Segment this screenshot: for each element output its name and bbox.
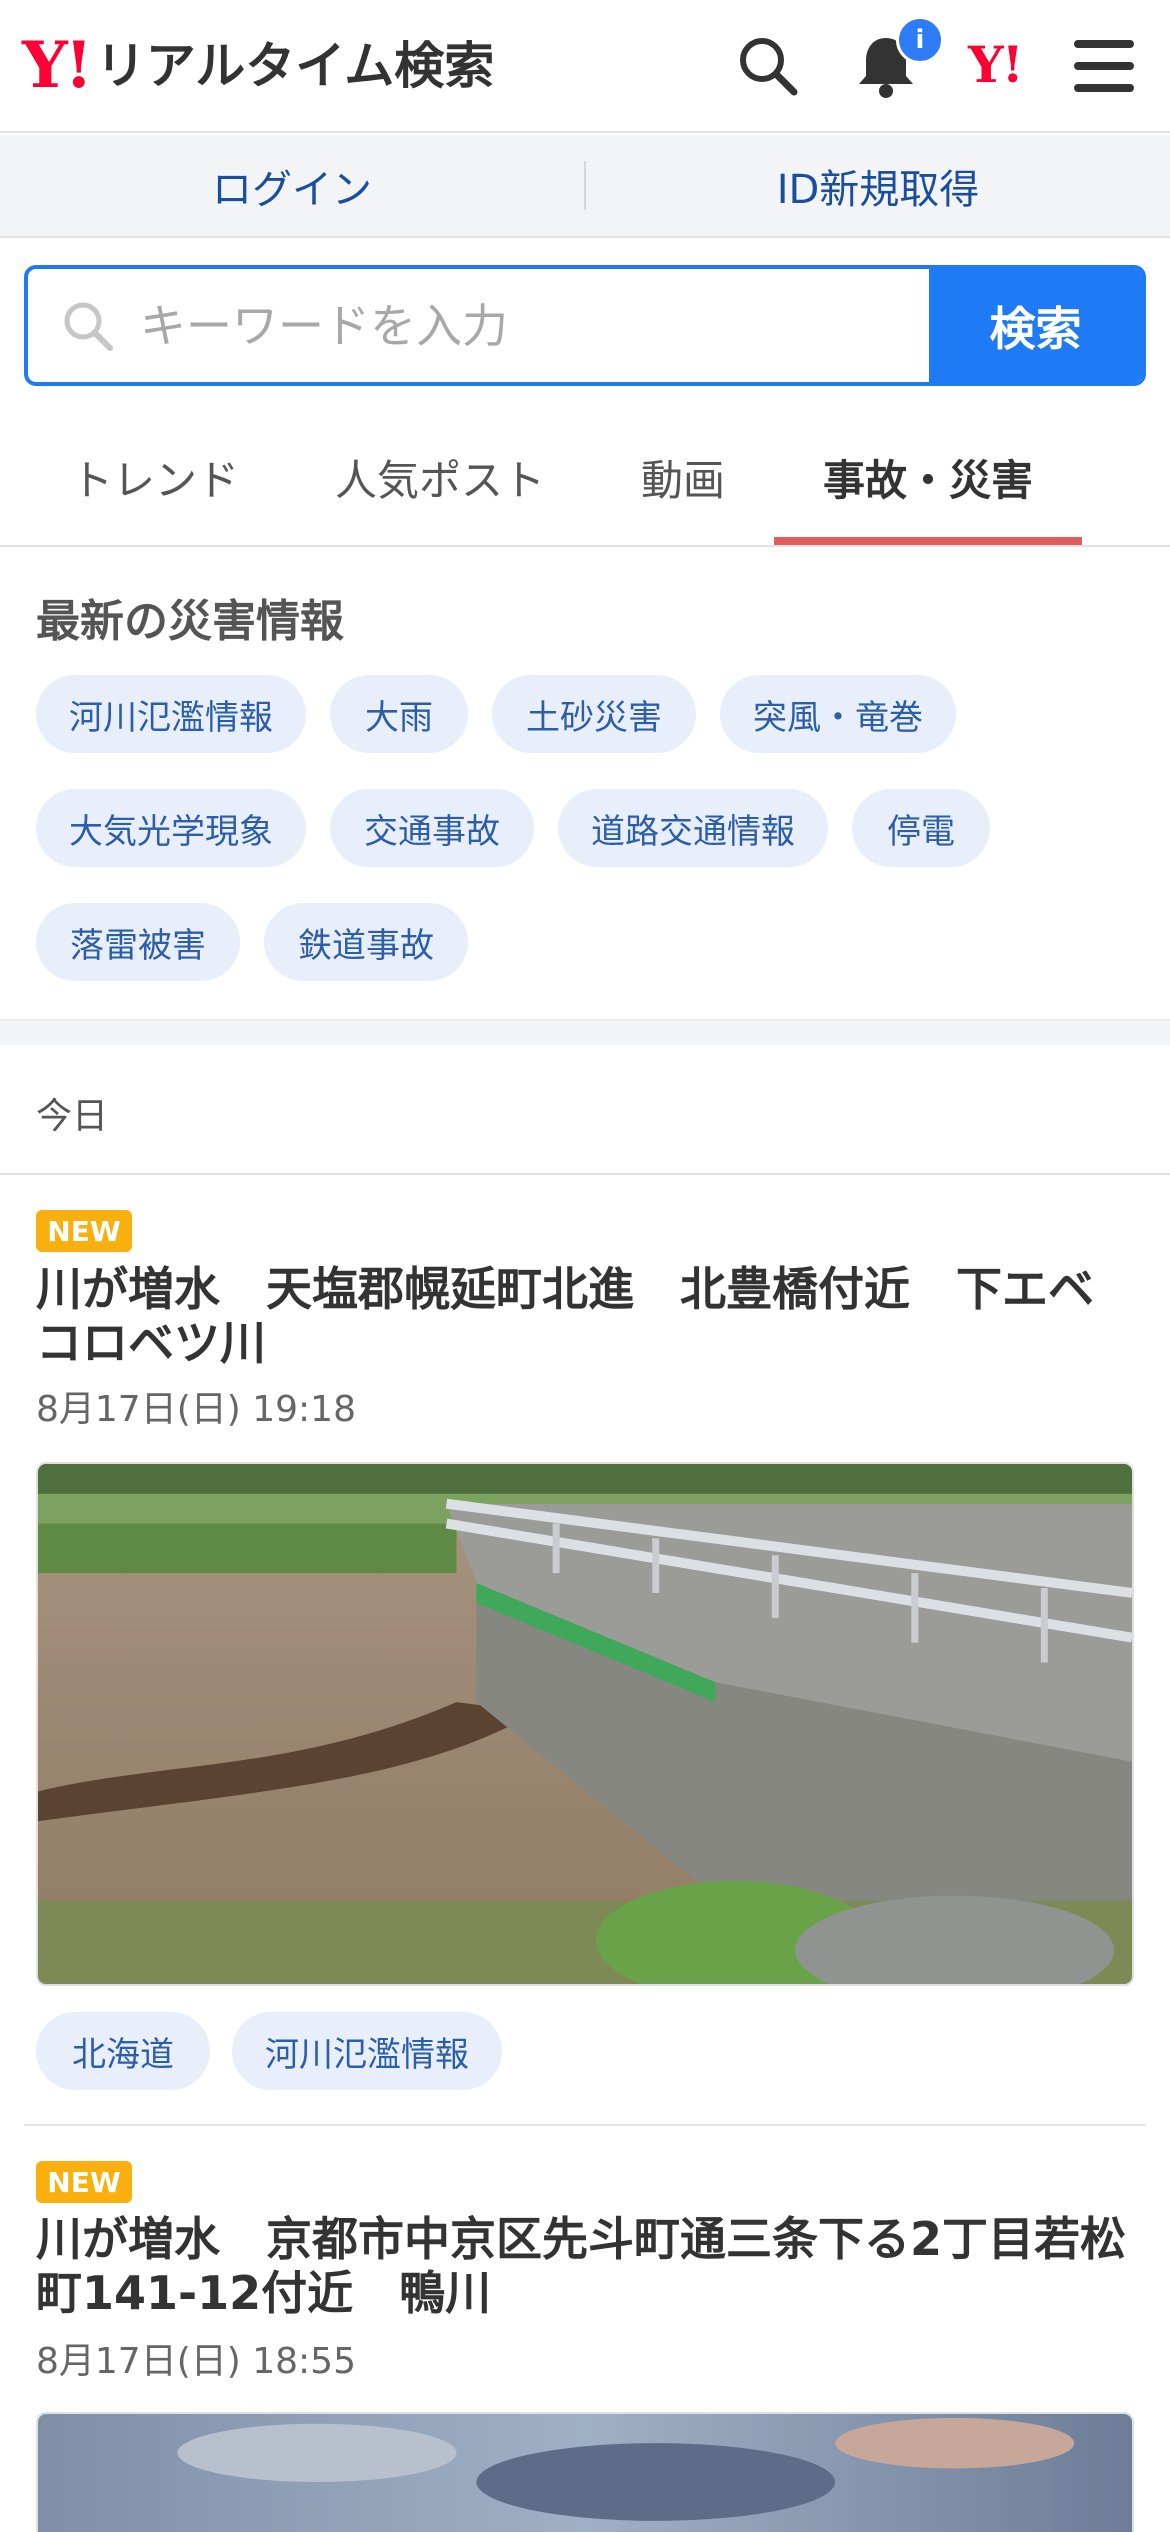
- logo-text: リアルタイム検索: [95, 37, 495, 95]
- river-sky-photo[interactable]: [36, 2412, 1134, 2532]
- disaster-chip[interactable]: 鉄道事故: [264, 903, 468, 981]
- search-field[interactable]: [28, 269, 929, 382]
- post-date: 8月17日(日) 19:18: [36, 1389, 356, 1430]
- search-icon: [64, 302, 113, 351]
- disaster-chip[interactable]: 土砂災害: [492, 675, 696, 753]
- section-separator: [0, 1019, 1170, 1045]
- disaster-chip[interactable]: 落雷被害: [36, 903, 240, 981]
- account-bar: ログイン ID新規取得: [0, 135, 1170, 238]
- post-divider: [24, 2124, 1146, 2126]
- login-link[interactable]: ログイン: [0, 135, 584, 236]
- tab-popular-posts[interactable]: 人気ポスト: [320, 410, 560, 545]
- yahoo-japan-icon[interactable]: Y!: [968, 40, 1024, 90]
- search-button[interactable]: 検索: [929, 269, 1142, 382]
- search-input[interactable]: [140, 298, 900, 353]
- disaster-chip[interactable]: 停電: [852, 789, 990, 867]
- post-tag[interactable]: 北海道: [36, 2012, 210, 2090]
- date-group-header: 今日: [0, 1045, 1170, 1175]
- new-badge: NEW: [36, 1210, 132, 1252]
- tab-trend[interactable]: トレンド: [60, 410, 250, 545]
- post-title[interactable]: 川が増水 天塩郡幌延町北進 北豊橋付近 下エベコロベツ川: [36, 1262, 1136, 1370]
- post-title[interactable]: 川が増水 京都市中京区先斗町通三条下る2丁目若松町141-12付近 鴨川: [36, 2212, 1136, 2320]
- disaster-chip[interactable]: 道路交通情報: [558, 789, 828, 867]
- disaster-chip[interactable]: 突風・竜巻: [720, 675, 956, 753]
- tab-bar: トレンド 人気ポスト 動画 事故・災害: [0, 410, 1170, 547]
- new-badge: NEW: [36, 2161, 132, 2203]
- search-icon[interactable]: [732, 30, 804, 102]
- disaster-chip[interactable]: 大雨: [330, 675, 468, 753]
- logo-mark: Y!: [22, 28, 93, 103]
- disaster-chip[interactable]: 大気光学現象: [36, 789, 306, 867]
- post-tag[interactable]: 河川氾濫情報: [232, 2012, 502, 2090]
- disaster-chip[interactable]: 交通事故: [330, 789, 534, 867]
- post-date: 8月17日(日) 18:55: [36, 2341, 356, 2382]
- disaster-chip[interactable]: 河川氾濫情報: [36, 675, 306, 753]
- tab-accident-disaster[interactable]: 事故・災害: [774, 410, 1082, 545]
- header: Y! リアルタイム検索 i Y!: [0, 0, 1170, 133]
- disaster-section-title: 最新の災害情報: [36, 596, 344, 647]
- yahoo-realtime-logo[interactable]: Y! リアルタイム検索: [22, 28, 494, 104]
- app: Y! リアルタイム検索 i Y! ログイン ID新規取得 キーワードを入力 検索…: [0, 0, 1170, 2532]
- register-link[interactable]: ID新規取得: [586, 135, 1170, 236]
- flooded-river-photo[interactable]: [36, 1462, 1134, 1986]
- notification-badge: i: [896, 16, 944, 64]
- tab-video[interactable]: 動画: [618, 410, 748, 545]
- search-box: 検索: [24, 265, 1146, 386]
- hamburger-menu-icon[interactable]: [1068, 30, 1140, 102]
- date-group-label: 今日: [36, 1096, 109, 1137]
